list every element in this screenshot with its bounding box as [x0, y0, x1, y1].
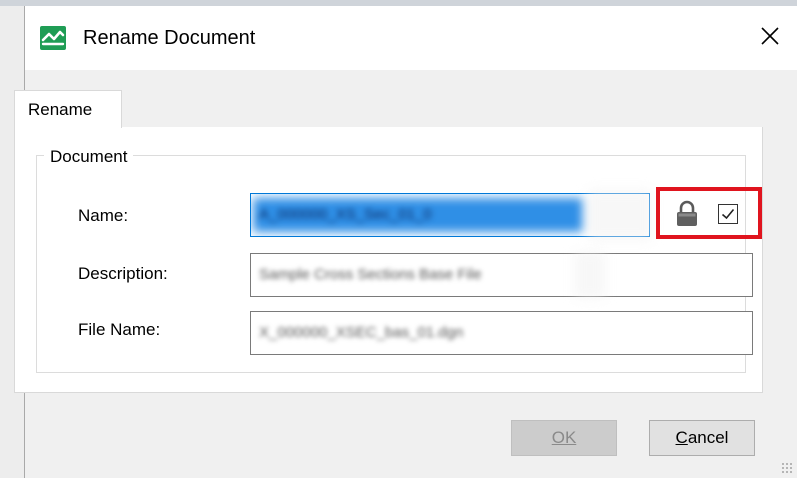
name-label: Name: [78, 206, 129, 225]
file-name-input[interactable]: X_000000_XSEC_bas_01.dgn [250, 311, 753, 355]
redaction-blur [588, 190, 652, 240]
ok-button[interactable]: OK [511, 420, 617, 456]
app-icon [40, 26, 66, 50]
ok-label: OK [551, 428, 577, 447]
lock-highlight-box [656, 187, 762, 239]
window-title: Rename Document [83, 27, 256, 49]
lock-checkbox[interactable] [718, 204, 738, 224]
description-value: Sample Cross Sections Base File [259, 266, 482, 283]
cancel-label-rest: ancel [687, 428, 729, 447]
description-input[interactable]: Sample Cross Sections Base File [250, 253, 753, 297]
close-icon [761, 27, 779, 45]
cancel-button[interactable]: Cancel [649, 420, 755, 456]
checkmark-icon [721, 208, 735, 220]
group-legend: Document [44, 147, 134, 167]
file-name-value: X_000000_XSEC_bas_01.dgn [259, 324, 464, 341]
resize-grip[interactable] [781, 462, 793, 474]
description-label: Description: [78, 264, 168, 283]
title-bar: Rename Document [25, 6, 797, 70]
lock-icon[interactable] [676, 200, 698, 227]
cancel-label-mnemonic: C [675, 428, 688, 447]
name-value: A_000000_XS_Sec_01_0 [259, 206, 432, 223]
tab-rename[interactable]: Rename [14, 90, 122, 128]
redaction-blur [575, 252, 605, 298]
close-button[interactable] [752, 18, 788, 54]
cancel-label: Cancel [676, 428, 729, 448]
file-name-label: File Name: [78, 320, 161, 339]
tab-label: Rename [28, 100, 93, 119]
